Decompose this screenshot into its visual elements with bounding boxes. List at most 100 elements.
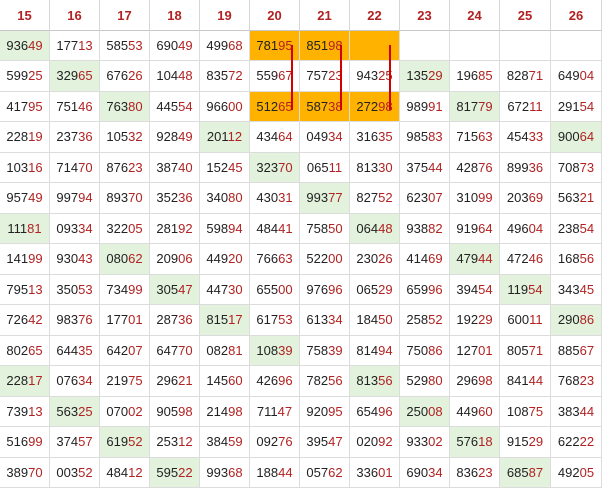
number-suffix: 98 bbox=[228, 403, 243, 419]
number-suffix: 95 bbox=[28, 98, 43, 114]
number-prefix: 841 bbox=[506, 373, 529, 389]
number-suffix: 47 bbox=[178, 281, 193, 297]
number-suffix: 70 bbox=[128, 190, 143, 206]
number-cell: 45433 bbox=[500, 122, 551, 153]
number-suffix: 67 bbox=[579, 342, 595, 358]
number-prefix: 563 bbox=[557, 190, 580, 206]
number-prefix: 127 bbox=[456, 342, 479, 358]
number-suffix: 44 bbox=[478, 251, 493, 267]
number-cell: 25312 bbox=[150, 427, 200, 458]
number-prefix: 781 bbox=[256, 38, 279, 53]
number-cell: 61334 bbox=[300, 305, 350, 336]
number-suffix: 50 bbox=[328, 220, 343, 236]
number-prefix: 228 bbox=[6, 373, 29, 389]
number-suffix: 52 bbox=[128, 434, 143, 450]
number-cell: 48412 bbox=[100, 457, 150, 488]
number-cell: 42876 bbox=[450, 152, 500, 184]
number-prefix: 430 bbox=[256, 190, 279, 206]
number-cell: 18844 bbox=[250, 457, 300, 488]
number-prefix: 655 bbox=[256, 281, 279, 297]
number-suffix: 43 bbox=[78, 251, 93, 267]
number-prefix: 654 bbox=[356, 403, 379, 419]
number-prefix: 449 bbox=[456, 403, 479, 419]
number-prefix: 057 bbox=[306, 464, 329, 480]
number-suffix: 62 bbox=[328, 464, 343, 480]
number-suffix: 82 bbox=[428, 220, 443, 236]
number-cell: 62307 bbox=[400, 183, 450, 214]
number-cell: 67626 bbox=[100, 61, 150, 92]
number-prefix: 188 bbox=[256, 464, 279, 480]
number-suffix: 02 bbox=[428, 434, 443, 450]
number-cell: 64435 bbox=[50, 335, 100, 367]
number-prefix: 766 bbox=[256, 251, 279, 267]
number-prefix: 563 bbox=[56, 403, 79, 419]
number-prefix: 751 bbox=[56, 98, 79, 114]
number-prefix: 322 bbox=[106, 220, 129, 236]
number-cell bbox=[350, 31, 400, 62]
number-cell: 14199 bbox=[0, 244, 50, 275]
number-cell: 87623 bbox=[100, 152, 150, 184]
number-cell: 64770 bbox=[150, 335, 200, 367]
number-prefix: 329 bbox=[56, 68, 79, 84]
number-suffix: 98 bbox=[178, 403, 193, 419]
number-cell: 19229 bbox=[450, 305, 500, 336]
number-cell: 76380 bbox=[100, 91, 150, 123]
number-prefix: 900 bbox=[557, 129, 580, 145]
number-suffix: 07 bbox=[128, 342, 143, 358]
number-suffix: 59 bbox=[228, 434, 243, 450]
number-prefix: 802 bbox=[6, 342, 29, 358]
number-prefix: 613 bbox=[306, 312, 329, 328]
number-cell: 69034 bbox=[400, 457, 450, 488]
number-prefix: 976 bbox=[306, 281, 329, 297]
number-cell: 71470 bbox=[50, 152, 100, 184]
number-suffix: 96 bbox=[428, 281, 443, 297]
number-suffix: 57 bbox=[78, 434, 93, 450]
number-suffix: 52 bbox=[378, 190, 393, 206]
number-prefix: 352 bbox=[156, 190, 179, 206]
number-prefix: 389 bbox=[6, 464, 29, 480]
number-cell: 67211 bbox=[500, 91, 551, 123]
number-cell: 09334 bbox=[50, 213, 100, 245]
number-cell: 21975 bbox=[100, 366, 150, 397]
number-cell: 43031 bbox=[250, 183, 300, 214]
number-prefix: 177 bbox=[56, 38, 79, 53]
number-prefix: 152 bbox=[206, 159, 229, 175]
number-prefix: 499 bbox=[206, 38, 229, 53]
number-suffix: 49 bbox=[28, 190, 43, 206]
number-prefix: 291 bbox=[557, 98, 580, 114]
number-cell: 75146 bbox=[50, 91, 100, 123]
number-suffix: 44 bbox=[579, 403, 595, 419]
number-suffix: 34 bbox=[328, 312, 343, 328]
number-cell: 81330 bbox=[350, 152, 400, 184]
number-suffix: 99 bbox=[28, 434, 43, 450]
number-prefix: 993 bbox=[306, 190, 329, 206]
number-cell: 20112 bbox=[200, 122, 250, 153]
number-cell: 29621 bbox=[150, 366, 200, 397]
number-suffix: 46 bbox=[78, 98, 93, 114]
column-header-25: 25 bbox=[500, 0, 551, 31]
number-suffix: 99 bbox=[28, 251, 43, 267]
column-link-marker bbox=[340, 44, 342, 111]
number-prefix: 851 bbox=[306, 38, 329, 53]
number-prefix: 020 bbox=[356, 434, 379, 450]
number-suffix: 13 bbox=[28, 281, 43, 297]
number-cell: 98376 bbox=[50, 305, 100, 336]
number-prefix: 805 bbox=[506, 342, 529, 358]
number-suffix: 04 bbox=[528, 220, 544, 236]
number-prefix: 915 bbox=[506, 434, 529, 450]
number-prefix: 064 bbox=[356, 220, 379, 236]
number-suffix: 34 bbox=[428, 464, 443, 480]
number-cell: 75839 bbox=[300, 335, 350, 367]
number-prefix: 119 bbox=[507, 281, 529, 297]
number-prefix: 893 bbox=[106, 190, 129, 206]
number-cell: 09276 bbox=[250, 427, 300, 458]
number-suffix: 64 bbox=[579, 129, 595, 145]
number-cell: 68587 bbox=[500, 457, 551, 488]
number-cell: 18450 bbox=[350, 305, 400, 336]
number-cell: 73913 bbox=[0, 396, 50, 428]
number-prefix: 417 bbox=[6, 98, 29, 114]
number-suffix: 70 bbox=[28, 464, 43, 480]
number-suffix: 36 bbox=[528, 159, 544, 175]
number-cell: 91964 bbox=[450, 213, 500, 245]
column-header-19: 19 bbox=[200, 0, 250, 31]
